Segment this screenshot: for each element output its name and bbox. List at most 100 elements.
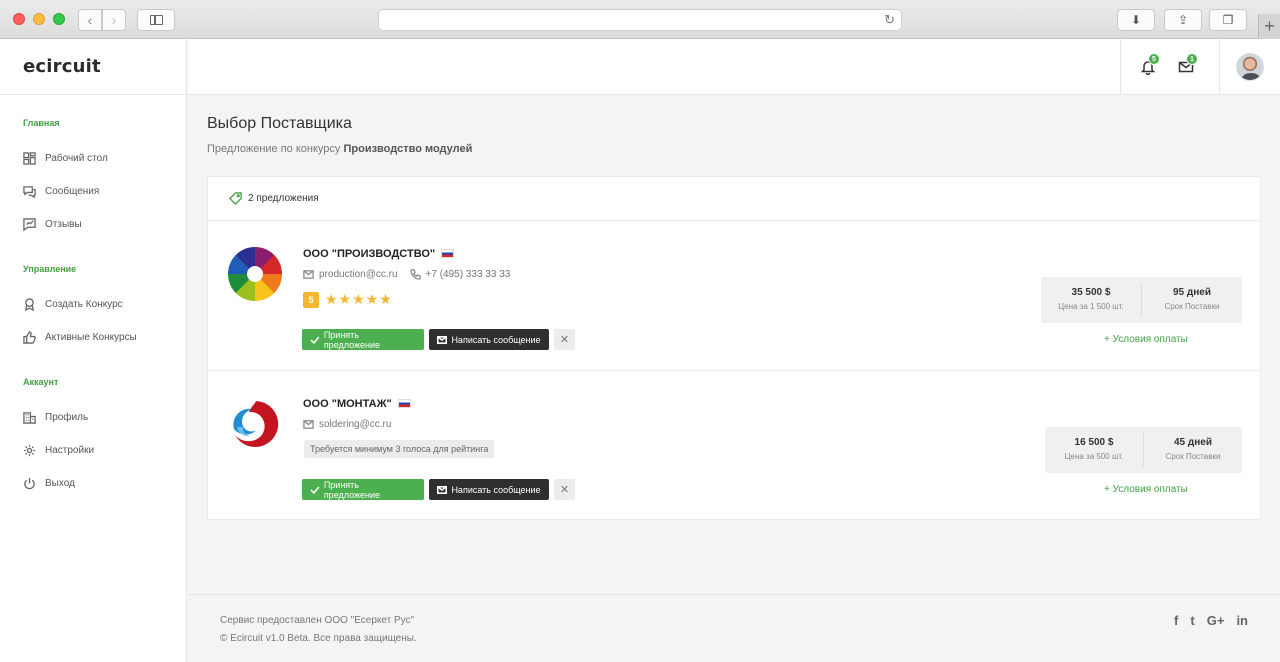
sidebar-section-manage: Управление Создать Конкурс Активные Конк… [23,264,186,354]
sidebar-item-dashboard[interactable]: Рабочий стол [23,142,186,175]
messages-button[interactable]: 1 [1178,53,1198,75]
thumbs-up-icon [23,331,36,344]
price-label: Цена за 500 шт. [1064,452,1124,461]
company-email[interactable]: soldering@cc.ru [319,419,391,430]
page-title: Выбор Поставщика [207,115,352,132]
sidebar: ecircuit Главная Рабочий стол Сообщения … [0,39,187,662]
avatar[interactable] [1236,53,1264,81]
notifications-button[interactable]: 5 [1140,53,1160,76]
footer: Сервис предоставлен ООО "Есеркет Рус" © … [188,594,1280,662]
sidebar-item-label: Отзывы [45,219,82,230]
building-icon [23,412,36,424]
price-value: 35 500 $ [1071,287,1111,298]
tabs-button[interactable]: ❐ [1209,9,1247,31]
header-divider [1219,39,1220,95]
sidebar-item-create-contest[interactable]: Создать Конкурс [23,288,186,321]
payment-terms-link[interactable]: + Условия оплаты [1104,484,1188,495]
write-message-button[interactable]: Написать сообщение [429,479,549,500]
dismiss-offer-button[interactable]: ✕ [554,329,575,350]
sidebar-item-label: Создать Конкурс [45,299,123,310]
download-button[interactable]: ⬇ [1117,9,1155,31]
sidebar-item-messages[interactable]: Сообщения [23,175,186,208]
company-name[interactable]: ООО "МОНТАЖ" [303,398,411,410]
sidebar-item-profile[interactable]: Профиль [23,401,186,434]
app-logo[interactable]: ecircuit [0,39,186,95]
top-header: 5 1 [188,39,1280,95]
close-window-button[interactable] [13,13,25,25]
delivery-value: 45 дней [1174,437,1212,448]
footer-service-text: Сервис предоставлен ООО "Есеркет Рус" [220,615,415,626]
write-message-button[interactable]: Написать сообщение [429,329,549,350]
payment-terms-link[interactable]: + Условия оплаты [1104,334,1188,345]
sidebar-section-title: Главная [23,118,60,128]
accept-offer-button[interactable]: Принять предложение [302,329,424,350]
company-contacts: soldering@cc.ru [303,419,391,430]
delivery-value: 95 дней [1173,287,1211,298]
sidebar-item-label: Настройки [45,445,95,456]
company-name[interactable]: ООО "ПРОИЗВОДСТВО" [303,248,455,260]
sidebar-item-reviews[interactable]: Отзывы [23,208,186,241]
header-divider [1120,39,1121,95]
sidebar-section-title: Управление [23,264,77,274]
footer-copyright: © Ecircuit v1.0 Beta. Все права защищены… [220,633,417,644]
sidebar-item-label: Рабочий стол [45,153,108,164]
tag-icon [229,192,242,205]
maximize-window-button[interactable] [53,13,65,25]
sidebar-item-label: Сообщения [45,186,100,197]
check-icon [310,336,320,344]
company-phone[interactable]: +7 (495) 333 33 33 [426,269,511,280]
delivery-cell: 95 дней Срок Поставки [1141,283,1242,317]
facebook-icon[interactable]: f [1174,613,1178,628]
offer-actions: Принять предложение Написать сообщение ✕ [302,329,580,350]
twitter-icon[interactable]: t [1190,613,1194,628]
russia-flag-icon [397,399,411,408]
chat-icon [23,186,36,198]
rating-stars: ★★★★★ [325,291,393,307]
offer-item: ООО "МОНТАЖ" soldering@cc.ru Требуется м… [208,371,1260,521]
russia-flag-icon [441,249,455,258]
delivery-label: Срок Поставки [1165,452,1221,461]
accept-offer-button[interactable]: Принять предложение [302,479,424,500]
gear-icon [23,444,36,457]
delivery-label: Срок Поставки [1164,302,1220,311]
phone-icon [409,269,421,280]
dashboard-icon [23,152,36,165]
sidebar-item-settings[interactable]: Настройки [23,434,186,467]
sidebar-item-label: Профиль [45,412,89,423]
offers-count: 2 предложения [248,193,319,204]
forward-button[interactable]: › [102,9,126,31]
sidebar-item-label: Выход [45,478,75,489]
offer-item: ООО "ПРОИЗВОДСТВО" production@cc.ru +7 (… [208,221,1260,371]
sidebar-toggle-button[interactable] [137,9,175,31]
new-tab-button[interactable]: + [1258,14,1280,39]
company-logo [228,397,282,451]
price-cell: 16 500 $ Цена за 500 шт. [1045,427,1143,473]
offers-card-header: 2 предложения [208,177,1260,221]
google-plus-icon[interactable]: G+ [1207,613,1225,628]
company-rating: 5 ★★★★★ [303,291,393,308]
minimize-window-button[interactable] [33,13,45,25]
review-icon [23,218,36,231]
offer-actions: Принять предложение Написать сообщение ✕ [302,479,580,500]
power-icon [24,477,35,490]
address-bar[interactable]: ↻ [378,9,902,31]
rating-note: Требуется минимум 3 голоса для рейтинга [304,440,495,458]
sidebar-section-main: Главная Рабочий стол Сообщения Отзывы [23,118,186,241]
company-email[interactable]: production@cc.ru [319,269,398,280]
rating-badge: 5 [303,291,319,308]
reload-icon[interactable]: ↻ [884,12,895,28]
sidebar-item-logout[interactable]: Выход [23,467,186,500]
price-cell: 35 500 $ Цена за 1 500 шт. [1041,277,1141,323]
sidebar-icon [150,15,163,25]
sidebar-item-label: Активные Конкурсы [45,332,137,343]
close-icon: ✕ [559,334,570,346]
linkedin-icon[interactable]: in [1236,613,1248,628]
sidebar-item-active-contests[interactable]: Активные Конкурсы [23,321,186,354]
delivery-cell: 45 дней Срок Поставки [1143,433,1242,467]
back-button[interactable]: ‹ [78,9,102,31]
social-links: f t G+ in [1174,613,1248,628]
price-value: 16 500 $ [1074,437,1114,448]
sidebar-section-title: Аккаунт [23,377,59,387]
share-button[interactable]: ⇪ [1164,9,1202,31]
dismiss-offer-button[interactable]: ✕ [554,479,575,500]
